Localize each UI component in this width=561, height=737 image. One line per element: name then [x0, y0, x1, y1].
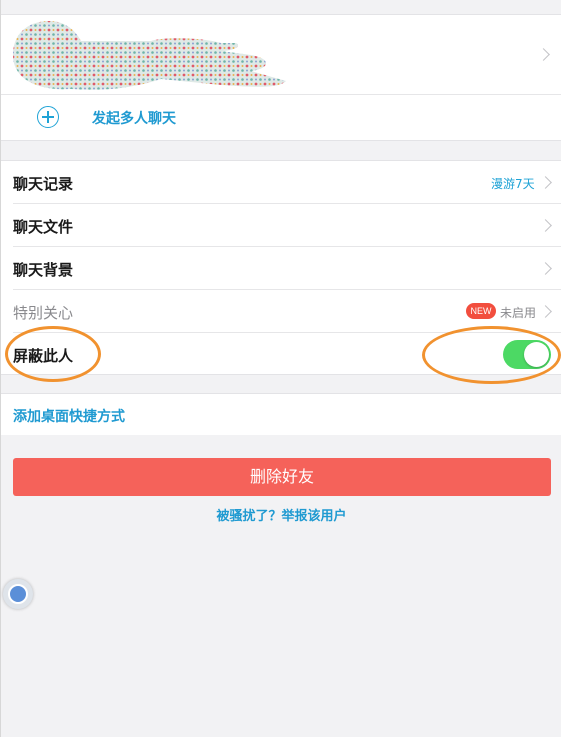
chevron-right-icon	[539, 262, 552, 275]
chat-history-value: 漫游7天	[491, 177, 535, 191]
add-shortcut-label: 添加桌面快捷方式	[13, 409, 125, 425]
special-care-value: 未启用	[500, 306, 537, 320]
block-user-label: 屏蔽此人	[13, 347, 74, 365]
chevron-right-icon	[539, 176, 552, 189]
special-care-label: 特别关心	[13, 304, 74, 322]
chat-files-label: 聊天文件	[13, 218, 74, 236]
chevron-right-icon	[539, 305, 552, 318]
start-group-chat-row[interactable]: 发起多人聊天	[1, 95, 561, 141]
settings-item-chat-files[interactable]: 聊天文件	[1, 204, 561, 247]
chevron-right-icon	[539, 219, 552, 232]
assistive-touch-icon	[8, 584, 28, 604]
chat-settings-page: 发起多人聊天 聊天记录 漫游7天 聊天文件 聊天背景 特别关心 NEW 未启用	[0, 0, 561, 737]
add-shortcut-row[interactable]: 添加桌面快捷方式	[1, 393, 561, 435]
settings-item-chat-background[interactable]: 聊天背景	[1, 247, 561, 290]
plus-circle-icon	[37, 106, 59, 128]
chat-history-label: 聊天记录	[13, 175, 74, 193]
chevron-right-icon	[537, 48, 550, 61]
settings-list: 聊天记录 漫游7天 聊天文件 聊天背景 特别关心 NEW 未启用 屏蔽此人	[1, 160, 561, 375]
obscured-profile-name	[13, 21, 286, 90]
profile-section: 发起多人聊天	[1, 14, 561, 141]
block-user-toggle[interactable]	[503, 340, 551, 369]
delete-friend-button[interactable]: 删除好友	[13, 458, 551, 496]
report-user-link[interactable]: 被骚扰了？举报该用户	[1, 505, 561, 524]
settings-item-chat-history[interactable]: 聊天记录 漫游7天	[1, 161, 561, 204]
assistive-touch-button[interactable]	[3, 579, 33, 609]
settings-item-block-user: 屏蔽此人	[1, 333, 561, 376]
toggle-knob	[524, 342, 549, 367]
settings-item-special-care[interactable]: 特别关心 NEW 未启用	[1, 290, 561, 333]
chat-background-label: 聊天背景	[13, 261, 74, 279]
profile-row[interactable]	[1, 15, 561, 95]
new-badge: NEW	[466, 303, 496, 319]
start-group-chat-label: 发起多人聊天	[92, 111, 176, 127]
